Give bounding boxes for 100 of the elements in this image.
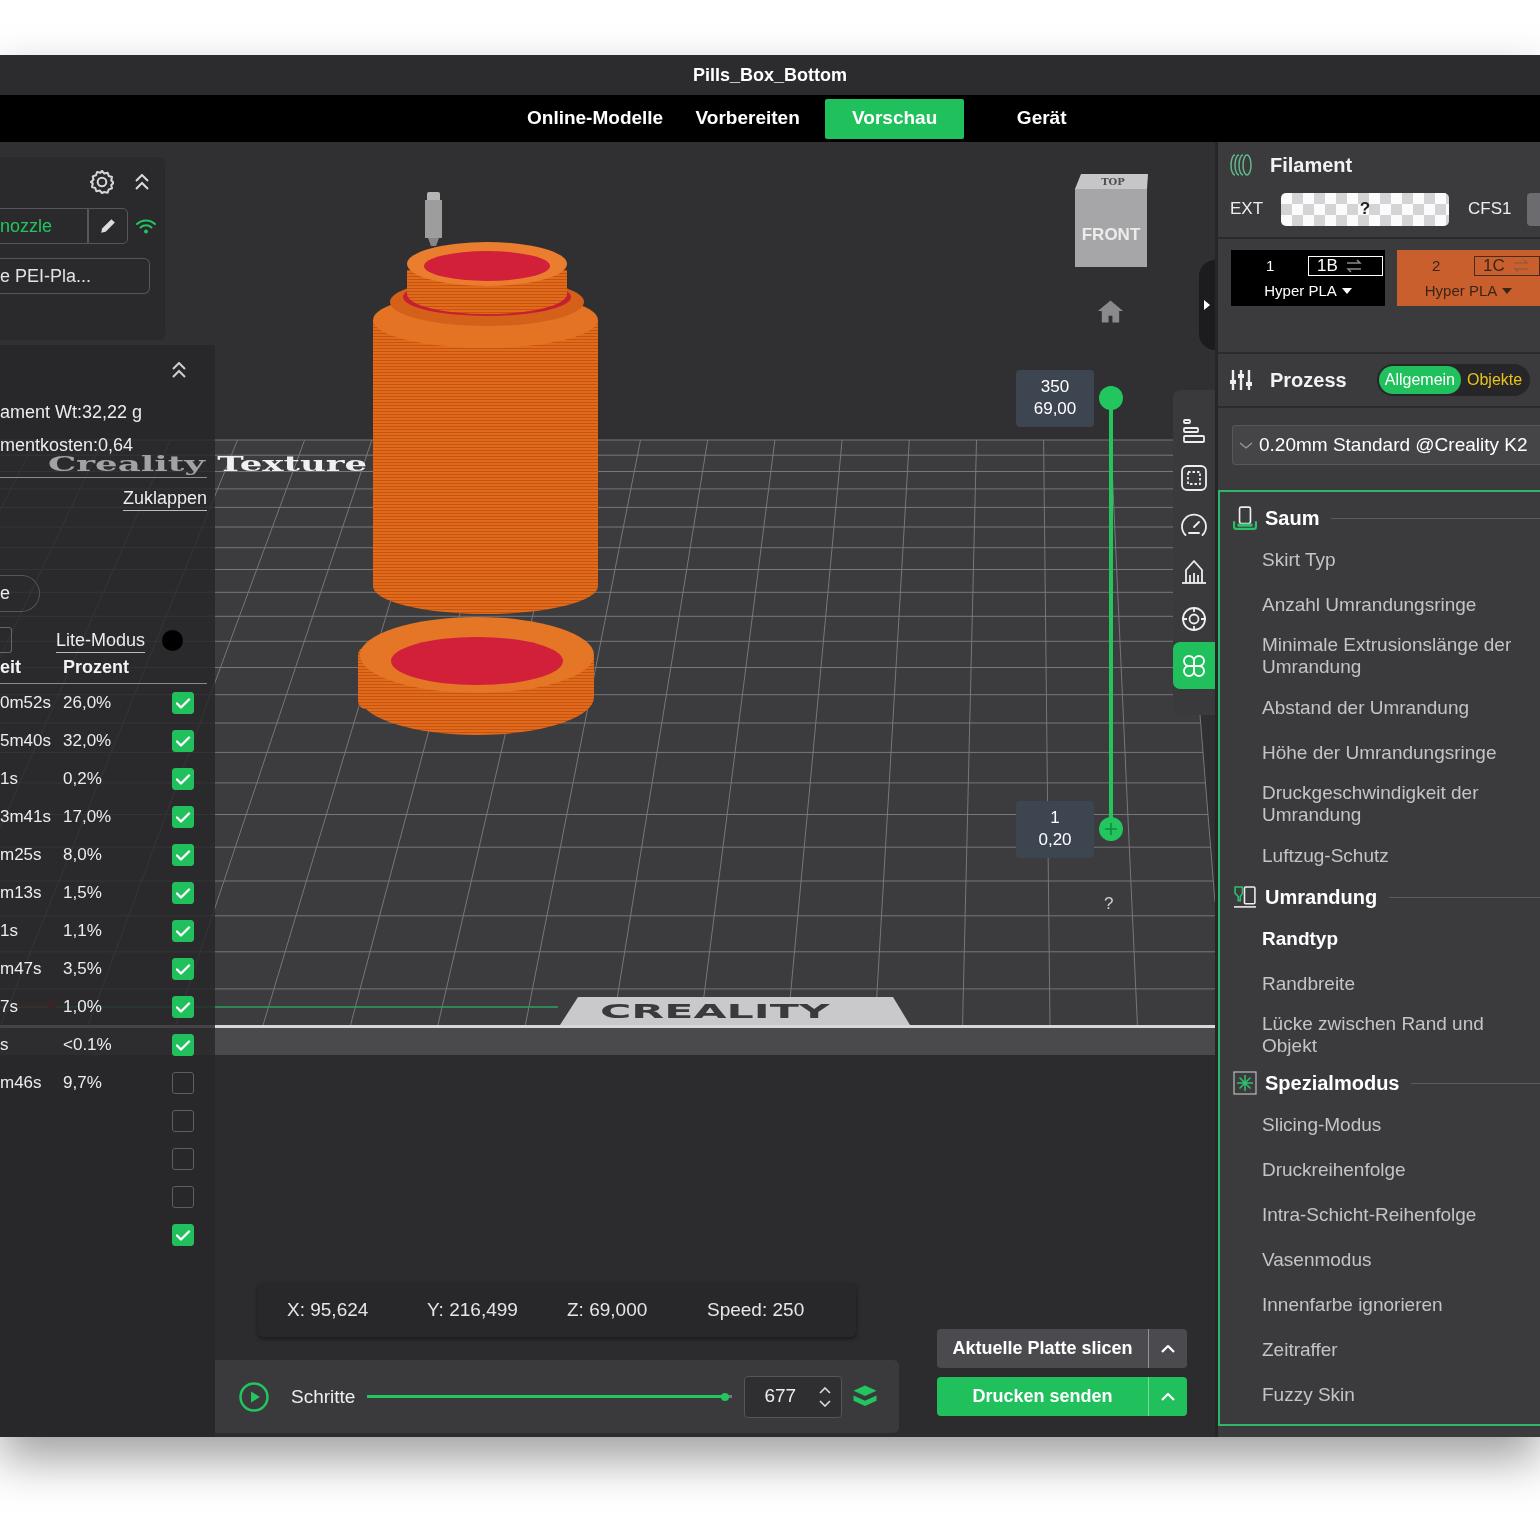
check-icon — [175, 1038, 191, 1052]
double-chevron-icon[interactable] — [172, 362, 186, 378]
nav-tab[interactable]: Vorbereiten — [678, 98, 818, 139]
setting-item[interactable]: Intra-Schicht-Reihenfolge — [1220, 1192, 1540, 1237]
setting-item[interactable]: Druckreihenfolge — [1220, 1147, 1540, 1192]
summary-text: mentkosten:0,64 — [0, 435, 134, 454]
slider-thumb[interactable] — [1099, 817, 1123, 841]
percent-value: <0.1% — [63, 1035, 112, 1055]
slider-thumb[interactable] — [1099, 386, 1123, 410]
time-value: 1s — [0, 769, 19, 789]
setting-item[interactable]: Skirt Typ — [1220, 537, 1540, 582]
column-header: eit — [0, 657, 22, 677]
setting-item[interactable]: Randbreite — [1220, 961, 1540, 1006]
check-icon — [175, 886, 191, 900]
setting-item[interactable]: Slicing-Modus — [1220, 1102, 1540, 1147]
visibility-checkbox[interactable] — [172, 692, 194, 714]
check-icon — [175, 696, 191, 710]
visibility-checkbox[interactable] — [172, 882, 194, 904]
check-icon — [175, 924, 191, 938]
visibility-checkbox[interactable] — [172, 1110, 194, 1132]
home-icon[interactable] — [1097, 299, 1124, 324]
visibility-checkbox[interactable] — [172, 996, 194, 1018]
check-icon — [175, 734, 191, 748]
visibility-checkbox[interactable] — [172, 1072, 194, 1094]
visibility-checkbox[interactable] — [172, 958, 194, 980]
percent-value: 8,0% — [63, 845, 102, 865]
setting-item[interactable]: Höhe der Umrandungsringe — [1220, 730, 1540, 775]
preset-dropdown[interactable]: 0.20mm Standard @Creality K2 — [1232, 425, 1540, 465]
dropdown-button[interactable] — [1148, 1329, 1187, 1368]
setting-item[interactable]: Minimale Extrusionslänge der Umrandung — [1220, 627, 1540, 685]
layer-height: 0,20 — [1038, 829, 1072, 851]
check-icon — [175, 772, 191, 786]
visibility-checkbox[interactable] — [172, 806, 194, 828]
layer-stack-icon[interactable] — [852, 1385, 879, 1408]
setting-item[interactable]: Vasenmodus — [1220, 1237, 1540, 1282]
mode-tab[interactable]: Objekte — [1461, 366, 1529, 394]
time-value: m47s — [0, 959, 43, 979]
caret-icon — [1204, 300, 1210, 310]
setting-item[interactable]: Luftzug-Schutz — [1220, 833, 1540, 878]
position-value: Speed: 250 — [707, 1299, 805, 1321]
caret-down-icon — [1502, 288, 1513, 294]
group-title: Umrandung — [1265, 885, 1378, 909]
visibility-checkbox[interactable] — [172, 768, 194, 790]
caret-up-icon — [1161, 1344, 1175, 1353]
visibility-checkbox[interactable] — [172, 1186, 194, 1208]
house-bars-icon — [1180, 557, 1208, 586]
step-spinner[interactable]: 677 — [744, 1375, 843, 1418]
chevron-down-icon — [1239, 441, 1253, 449]
plate-select[interactable]: e PEI-Pla... — [0, 258, 150, 294]
setting-item[interactable]: Fuzzy Skin — [1220, 1372, 1540, 1417]
up-down-chevrons-icon[interactable] — [819, 1386, 832, 1407]
material-dropdown[interactable]: Hyper PLA — [1264, 282, 1352, 300]
filament-color-field[interactable]: ? — [1281, 192, 1450, 226]
visibility-checkbox[interactable] — [172, 1224, 194, 1246]
edit-button[interactable] — [88, 208, 128, 244]
block-on-tray-icon — [1233, 506, 1257, 530]
side-panel-toggle[interactable] — [1199, 260, 1215, 350]
slot-id: 1B — [1317, 256, 1338, 275]
play-icon[interactable] — [239, 1381, 269, 1412]
nozzle-and-block-icon — [1233, 885, 1257, 909]
setting-item[interactable]: Randtyp — [1220, 916, 1540, 961]
visibility-checkbox[interactable] — [172, 844, 194, 866]
double-chevron-icon[interactable] — [135, 174, 149, 190]
unit-label: CFS1 — [1468, 199, 1512, 219]
time-value: m46s — [0, 1073, 43, 1093]
cube-front-label: FRONT — [1081, 225, 1141, 244]
visibility-checkbox[interactable] — [172, 1034, 194, 1056]
slider-thumb[interactable] — [721, 1392, 730, 1401]
printer-select[interactable]: nozzle — [0, 208, 88, 244]
help-mark[interactable]: ? — [1104, 894, 1114, 914]
group-title: Spezialmodus — [1265, 1071, 1400, 1095]
layer-bars-icon — [1180, 416, 1208, 445]
filament-slot[interactable]: 2 1C Hyper PLA — [1397, 250, 1540, 306]
action-button[interactable]: Aktuelle Platte slicen — [937, 1329, 1148, 1368]
setting-item[interactable]: Lücke zwischen Rand und Objekt — [1220, 1006, 1540, 1064]
filament-slot[interactable]: 1 1B Hyper PLA — [1231, 250, 1385, 306]
nav-tab[interactable]: Online-Modelle — [520, 98, 671, 139]
visibility-checkbox[interactable] — [172, 1148, 194, 1170]
setting-item[interactable]: Anzahl Umrandungsringe — [1220, 582, 1540, 627]
bed-texture-label: Creality Texture — [48, 452, 368, 476]
setting-item[interactable]: Innenfarbe ignorieren — [1220, 1282, 1540, 1327]
collapse-link[interactable]: Zuklappen — [122, 487, 207, 508]
percent-value: 17,0% — [63, 807, 112, 827]
caret-up-icon — [1161, 1392, 1175, 1401]
toggle-dot[interactable] — [162, 629, 183, 651]
material-dropdown[interactable]: Hyper PLA — [1424, 282, 1513, 300]
visibility-checkbox[interactable] — [172, 920, 194, 942]
section-title: Filament — [1270, 152, 1353, 177]
setting-item[interactable]: Druckgeschwindigkeit der Umrandung — [1220, 775, 1540, 833]
settings-icon[interactable] — [90, 170, 114, 194]
setting-item[interactable]: Zeitraffer — [1220, 1327, 1540, 1372]
visibility-checkbox[interactable] — [172, 730, 194, 752]
percent-value: 1,0% — [63, 997, 102, 1017]
percent-value: 1,5% — [63, 883, 102, 903]
input-field[interactable] — [0, 627, 12, 653]
layer-slider-track[interactable] — [1099, 386, 1123, 841]
setting-item[interactable]: Abstand der Umrandung — [1220, 685, 1540, 730]
percent-value: 0,2% — [63, 769, 102, 789]
nav-tab[interactable]: Gerät — [972, 98, 1112, 139]
lite-mode-link[interactable]: Lite-Modus — [56, 630, 146, 650]
